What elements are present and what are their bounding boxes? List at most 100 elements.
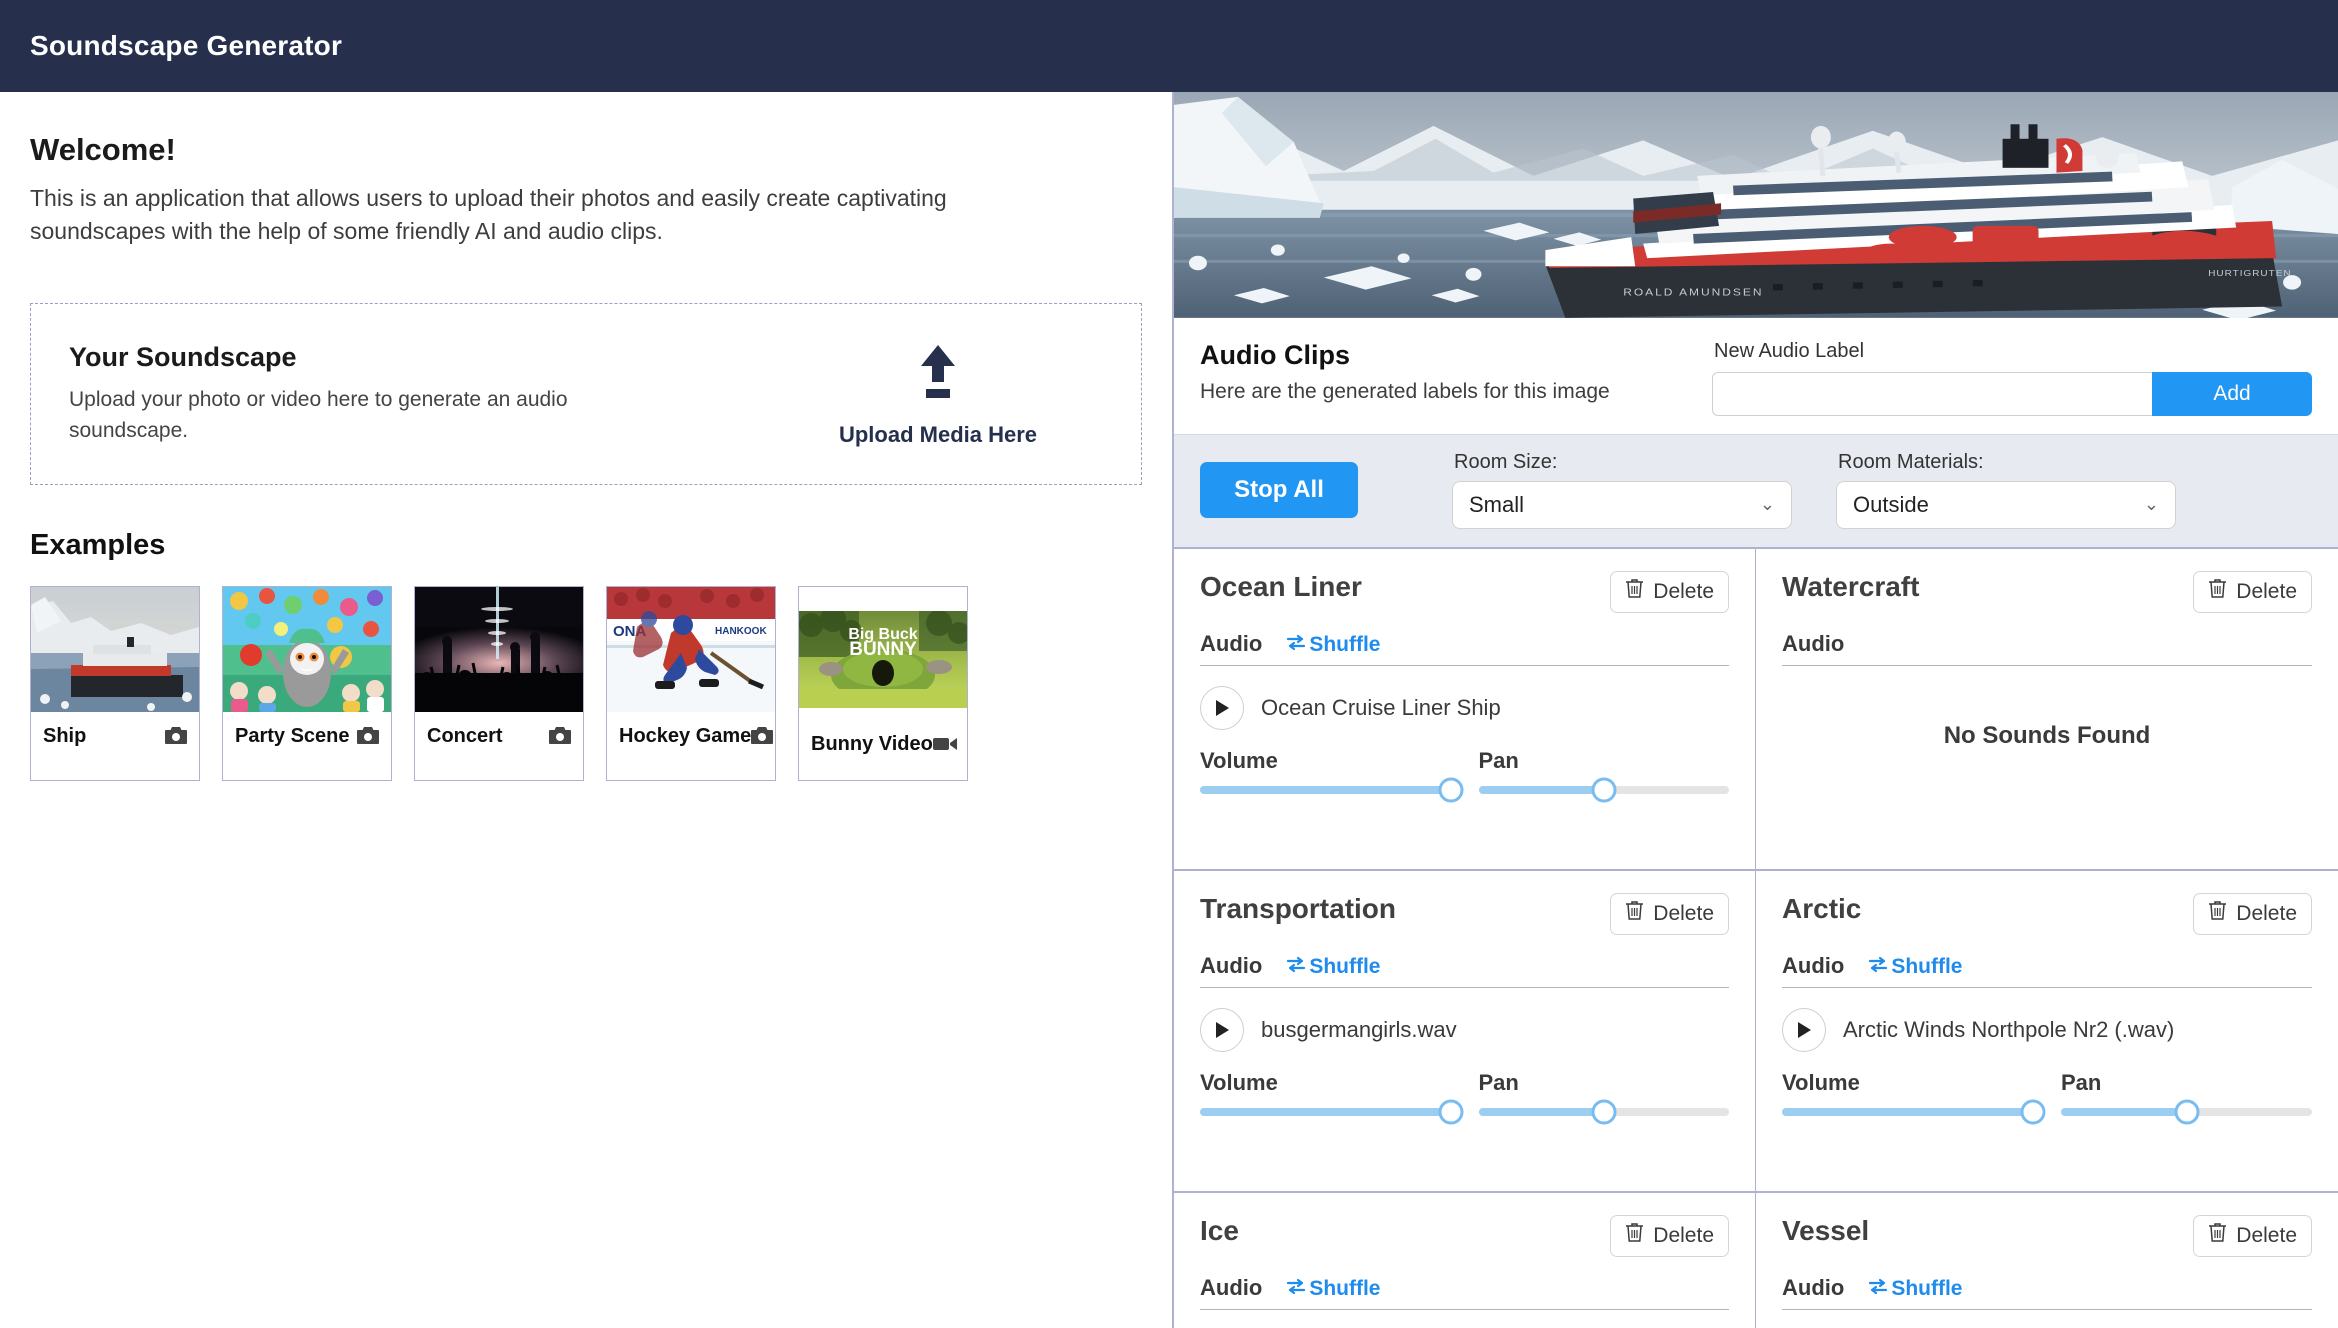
example-card-hockey-game[interactable]: ONA HANKOOK Hockey Game [606, 586, 776, 782]
upload-action[interactable]: Upload Media Here [773, 341, 1103, 448]
audio-section-header: Audio Shuffle [1782, 953, 2312, 988]
pan-label: Pan [1478, 747, 1519, 773]
audio-clip-row: Arctic Winds Northpole Nr2 (.wav) [1782, 1007, 2312, 1052]
pan-slider[interactable] [1478, 777, 1729, 803]
play-button[interactable] [1200, 1007, 1244, 1052]
pan-slider-thumb[interactable] [2174, 1099, 2199, 1125]
app-title: Soundscape Generator [30, 30, 343, 61]
room-materials-select[interactable]: Outside ⌄ [1836, 480, 2176, 529]
pan-slider-group: Pan [2061, 1070, 2312, 1125]
shuffle-button[interactable]: Shuffle [1868, 1277, 1963, 1301]
room-size-select[interactable]: Small ⌄ [1452, 480, 1792, 529]
delete-button[interactable]: Delete [2193, 1214, 2312, 1257]
chevron-down-icon: ⌄ [2143, 494, 2159, 515]
no-sounds-message: No Sounds Found [1943, 721, 2151, 749]
pan-slider-thumb[interactable] [1591, 1099, 1617, 1125]
example-card-footer: Ship [31, 712, 199, 760]
shuffle-button[interactable]: Shuffle [1286, 955, 1381, 979]
audio-clip-name: Arctic Winds Northpole Nr2 (.wav) [1843, 1016, 2175, 1042]
audio-clips-title-block: Audio Clips Here are the generated label… [1200, 340, 1712, 404]
new-audio-label-caption: New Audio Label [1714, 339, 1865, 362]
delete-button[interactable]: Delete [1610, 1214, 1729, 1257]
delete-label: Delete [2236, 1223, 2297, 1247]
example-card-concert[interactable]: Concert [414, 586, 584, 782]
example-card-bunny-video[interactable]: Big Buck BUNNY Bunny Video [798, 586, 968, 782]
audio-card-title: Watercraft [1782, 570, 1920, 602]
upload-dropzone[interactable]: Your Soundscape Upload your photo or vid… [30, 303, 1142, 486]
audio-label: Audio [1200, 1274, 1263, 1300]
upload-heading: Your Soundscape [69, 342, 297, 373]
audio-card-title: Ice [1200, 1214, 1239, 1246]
welcome-heading: Welcome! [30, 132, 176, 167]
example-card-party-scene[interactable]: Party Scene [222, 586, 392, 782]
delete-button[interactable]: Delete [2193, 892, 2312, 935]
audio-card-title: Transportation [1200, 892, 1397, 924]
volume-label: Volume [1782, 1069, 1860, 1095]
video-camera-icon [932, 736, 957, 752]
audio-card-header: Ocean Liner Delete [1200, 570, 1729, 613]
example-label: Hockey Game [619, 724, 752, 747]
pan-slider-fill [1478, 785, 1604, 794]
example-label: Concert [427, 724, 503, 747]
delete-button[interactable]: Delete [2193, 570, 2312, 613]
audio-card-header: Ice Delete [1200, 1214, 1729, 1257]
volume-slider-thumb[interactable] [1438, 777, 1463, 803]
page-body: Welcome! This is an application that all… [0, 92, 2338, 1328]
volume-slider[interactable] [1782, 1099, 2046, 1125]
pan-slider[interactable] [2061, 1099, 2312, 1125]
example-card-footer: Party Scene [223, 712, 391, 760]
audio-card-watercraft: Watercraft Delete Audio No Sounds Found [1756, 548, 2338, 871]
play-button[interactable] [1200, 685, 1244, 730]
audio-sliders: Volume Pan [1200, 1070, 1729, 1125]
room-size-value: Small [1469, 491, 1525, 517]
shuffle-icon [1868, 955, 1888, 979]
pan-slider-fill [1478, 1107, 1604, 1116]
play-icon [1798, 1021, 1811, 1038]
delete-button[interactable]: Delete [1610, 570, 1729, 613]
new-audio-label-input[interactable] [1712, 371, 2152, 416]
volume-slider-group: Volume [1200, 1070, 1463, 1125]
shuffle-button[interactable]: Shuffle [1286, 633, 1381, 657]
camera-icon [357, 727, 379, 745]
concert-thumbnail [415, 587, 583, 713]
example-card-footer: Bunny Video [799, 708, 967, 780]
volume-slider-fill [1200, 1107, 1451, 1116]
volume-slider-thumb[interactable] [2020, 1099, 2046, 1125]
left-panel: Welcome! This is an application that all… [0, 92, 1172, 1328]
chevron-down-icon: ⌄ [1759, 494, 1775, 515]
example-label: Bunny Video [811, 732, 933, 755]
hockey-game-thumbnail: ONA HANKOOK [607, 587, 775, 713]
audio-card-vessel: Vessel Delete Audio Shuffle [1756, 1192, 2338, 1328]
shuffle-button[interactable]: Shuffle [1286, 1277, 1381, 1301]
volume-slider[interactable] [1200, 1099, 1463, 1125]
svg-text:HANKOOK: HANKOOK [715, 626, 767, 637]
bunny-video-thumbnail: Big Buck BUNNY [799, 611, 967, 709]
pan-slider-fill [2061, 1107, 2187, 1116]
pan-slider-thumb[interactable] [1591, 777, 1617, 803]
play-button[interactable] [1782, 1007, 1826, 1052]
delete-button[interactable]: Delete [1610, 892, 1729, 935]
audio-toolbar: Stop All Room Size: Small ⌄ Room Materia… [1174, 434, 2338, 549]
party-scene-thumbnail [223, 587, 391, 713]
volume-slider-fill [1782, 1107, 2033, 1116]
example-card-ship[interactable]: Ship [30, 586, 200, 782]
trash-icon [1625, 578, 1644, 605]
pan-slider[interactable] [1478, 1099, 1729, 1125]
trash-icon [2208, 578, 2227, 605]
audio-card-header: Watercraft Delete [1782, 570, 2312, 613]
delete-label: Delete [1653, 579, 1714, 603]
volume-slider[interactable] [1200, 777, 1463, 803]
delete-label: Delete [2236, 579, 2297, 603]
audio-clip-row: Ocean Cruise Liner Ship [1200, 685, 1729, 730]
volume-slider-thumb[interactable] [1438, 1099, 1463, 1125]
audio-section-header: Audio Shuffle [1200, 631, 1729, 666]
audio-label: Audio [1782, 630, 1845, 656]
audio-section-header: Audio Shuffle [1200, 953, 1729, 988]
upload-description: Upload your photo or video here to gener… [69, 388, 568, 442]
audio-card-title: Arctic [1782, 892, 1862, 924]
shuffle-button[interactable]: Shuffle [1868, 955, 1963, 979]
room-materials-group: Room Materials: Outside ⌄ [1836, 451, 2176, 529]
stop-all-button[interactable]: Stop All [1200, 461, 1358, 518]
add-label-button[interactable]: Add [2152, 371, 2312, 416]
shuffle-icon [1286, 1277, 1306, 1301]
